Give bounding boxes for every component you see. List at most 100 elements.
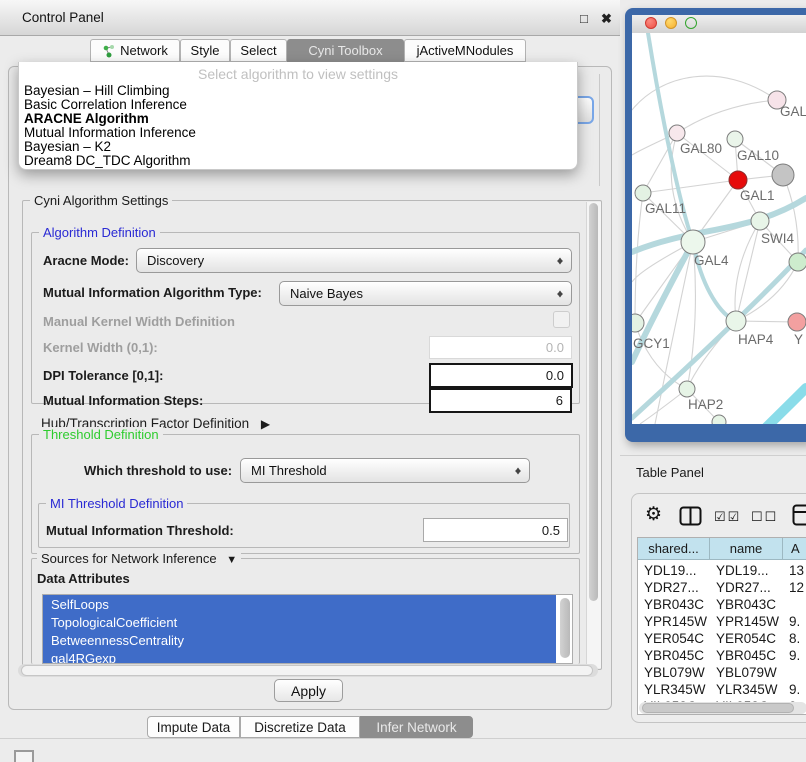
which-threshold-label: Which threshold to use:	[84, 463, 232, 478]
collapse-down-arrow-icon: ▼	[226, 554, 237, 566]
node-label: GAL1	[740, 188, 775, 203]
dpi-tolerance-label: DPI Tolerance [0,1]:	[43, 368, 163, 383]
aracne-mode-combo[interactable]: Discovery	[136, 248, 572, 273]
control-panel-titlebar: Control Panel □ ✖	[0, 0, 620, 36]
table-cell[interactable]: YBR045C	[638, 647, 710, 664]
mi-threshold-input[interactable]: 0.5	[423, 518, 568, 542]
list-item[interactable]: TopologicalCoefficient	[43, 613, 556, 631]
table-cell[interactable]: YDR27...	[710, 579, 783, 596]
table-panel-divider	[620, 455, 806, 456]
manual-kernel-label: Manual Kernel Width Definition	[43, 314, 235, 329]
sources-group-title[interactable]: Sources for Network Inference ▼	[37, 551, 241, 566]
dropdown-item[interactable]: Basic Correlation Inference	[24, 97, 187, 112]
mi-steps-input[interactable]: 6	[429, 388, 572, 413]
tab-style[interactable]: Style	[180, 39, 230, 62]
table-cell[interactable]: 13	[783, 562, 806, 579]
table-cell[interactable]: 9.	[783, 613, 806, 630]
node-table[interactable]: shared... name A YDL19... YDL19... 13 YD…	[637, 537, 806, 715]
node-label: GAL	[780, 104, 806, 119]
list-item[interactable]: SelfLoops	[43, 595, 556, 613]
node-label: Y	[794, 332, 803, 347]
table-cell[interactable]: YBR043C	[710, 596, 783, 613]
column-header[interactable]: name	[710, 538, 783, 560]
table-hscrollbar-thumb[interactable]	[642, 703, 794, 713]
network-window-titlebar[interactable]	[632, 15, 806, 34]
dropdown-item[interactable]: Mutual Information Inference	[24, 125, 196, 140]
apply-button[interactable]: Apply	[274, 679, 343, 702]
tab-network-label: Network	[120, 43, 168, 58]
which-threshold-combo[interactable]: MI Threshold	[240, 458, 530, 483]
mi-type-label: Mutual Information Algorithm Type:	[43, 285, 262, 300]
mac-minimize-button[interactable]	[665, 17, 677, 29]
table-mode-icon[interactable]	[792, 504, 806, 526]
table-cell[interactable]: YLR345W	[638, 681, 710, 698]
data-attributes-list[interactable]: SelfLoops TopologicalCoefficient Between…	[42, 594, 573, 664]
tab-style-label: Style	[191, 43, 220, 58]
node-label: GAL10	[737, 148, 779, 163]
table-cell[interactable]: YBL079W	[638, 664, 710, 681]
tab-select-label: Select	[240, 43, 276, 58]
table-cell[interactable]: 8.	[783, 630, 806, 647]
table-cell[interactable]	[783, 664, 806, 681]
settings-scrollbar-track[interactable]	[586, 202, 601, 668]
settings-hscrollbar-track[interactable]	[18, 664, 598, 677]
list-scrollbar-thumb[interactable]	[560, 598, 570, 658]
column-header[interactable]: shared...	[638, 538, 710, 560]
table-cell[interactable]: YPR145W	[710, 613, 783, 630]
table-cell[interactable]: YLR345W	[710, 681, 783, 698]
dropdown-item[interactable]: Bayesian – Hill Climbing	[24, 83, 170, 98]
table-cell[interactable]: YBR045C	[710, 647, 783, 664]
node-bottom	[712, 415, 726, 424]
table-cell[interactable]: 12	[783, 579, 806, 596]
table-cell[interactable]: 9.	[783, 647, 806, 664]
node-GAL11	[635, 185, 651, 201]
table-cell[interactable]: YDL19...	[638, 562, 710, 579]
node-label: HAP4	[738, 332, 774, 347]
threshold-definition-title: Threshold Definition	[39, 427, 163, 442]
list-item[interactable]: BetweennessCentrality	[43, 631, 556, 649]
table-cell[interactable]: 9.	[783, 681, 806, 698]
settings-hscrollbar-thumb[interactable]	[21, 665, 593, 676]
tab-jactivemnodules[interactable]: jActiveMNodules	[404, 39, 526, 62]
select-all-checkboxes-icon[interactable]: ☑☑	[714, 509, 741, 525]
mi-type-combo[interactable]: Naive Bayes	[279, 281, 572, 306]
column-header[interactable]: A	[783, 538, 806, 560]
table-cell[interactable]: YER054C	[710, 630, 783, 647]
node-green	[789, 253, 806, 271]
mi-threshold-group-title: MI Threshold Definition	[46, 496, 187, 511]
cyni-algorithm-settings-title: Cyni Algorithm Settings	[30, 193, 172, 208]
dpi-tolerance-input[interactable]: 0.0	[429, 363, 573, 388]
table-cell[interactable]: YDL19...	[710, 562, 783, 579]
list-item[interactable]: gal4RGexp	[43, 649, 556, 664]
tab-impute-data[interactable]: Impute Data	[147, 716, 240, 738]
table-hscrollbar-track[interactable]	[639, 702, 806, 714]
table-cell[interactable]: YER054C	[638, 630, 710, 647]
deselect-all-checkboxes-icon[interactable]: ☐☐	[751, 509, 778, 525]
tab-cyni-toolbox[interactable]: Cyni Toolbox	[287, 39, 404, 62]
table-cell[interactable]: YDR27...	[638, 579, 710, 596]
network-canvas[interactable]: GAL GAL80 GAL10 GAL1 GAL11 SWI4 GAL4 GCY…	[632, 33, 806, 424]
table-cell[interactable]: YPR145W	[638, 613, 710, 630]
close-panel-icon[interactable]: ✖	[601, 11, 612, 27]
tab-infer-network[interactable]: Infer Network	[360, 716, 473, 738]
mac-close-button[interactable]	[645, 17, 657, 29]
dropdown-item[interactable]: Dream8 DC_TDC Algorithm	[24, 153, 191, 168]
mac-zoom-button[interactable]	[685, 17, 697, 29]
float-window-icon[interactable]: □	[580, 11, 588, 26]
table-cell[interactable]: YBR043C	[638, 596, 710, 613]
gear-icon[interactable]: ⚙	[645, 503, 662, 526]
dropdown-item[interactable]: Bayesian – K2	[24, 139, 111, 154]
table-cell[interactable]	[783, 596, 806, 613]
statusbar-grip-icon[interactable]	[14, 750, 34, 762]
tab-network[interactable]: Network	[90, 39, 180, 62]
mi-type-value: Naive Bayes	[290, 286, 363, 301]
settings-scrollbar-thumb[interactable]	[589, 203, 598, 601]
table-cell[interactable]: YBL079W	[710, 664, 783, 681]
tab-select[interactable]: Select	[230, 39, 287, 62]
tab-discretize-data[interactable]: Discretize Data	[240, 716, 360, 738]
node-GCY1	[632, 314, 644, 332]
dropdown-item-selected[interactable]: ARACNE Algorithm	[24, 111, 149, 126]
mi-threshold-label: Mutual Information Threshold:	[46, 523, 234, 538]
network-icon	[102, 44, 115, 58]
split-columns-icon[interactable]	[679, 506, 702, 526]
